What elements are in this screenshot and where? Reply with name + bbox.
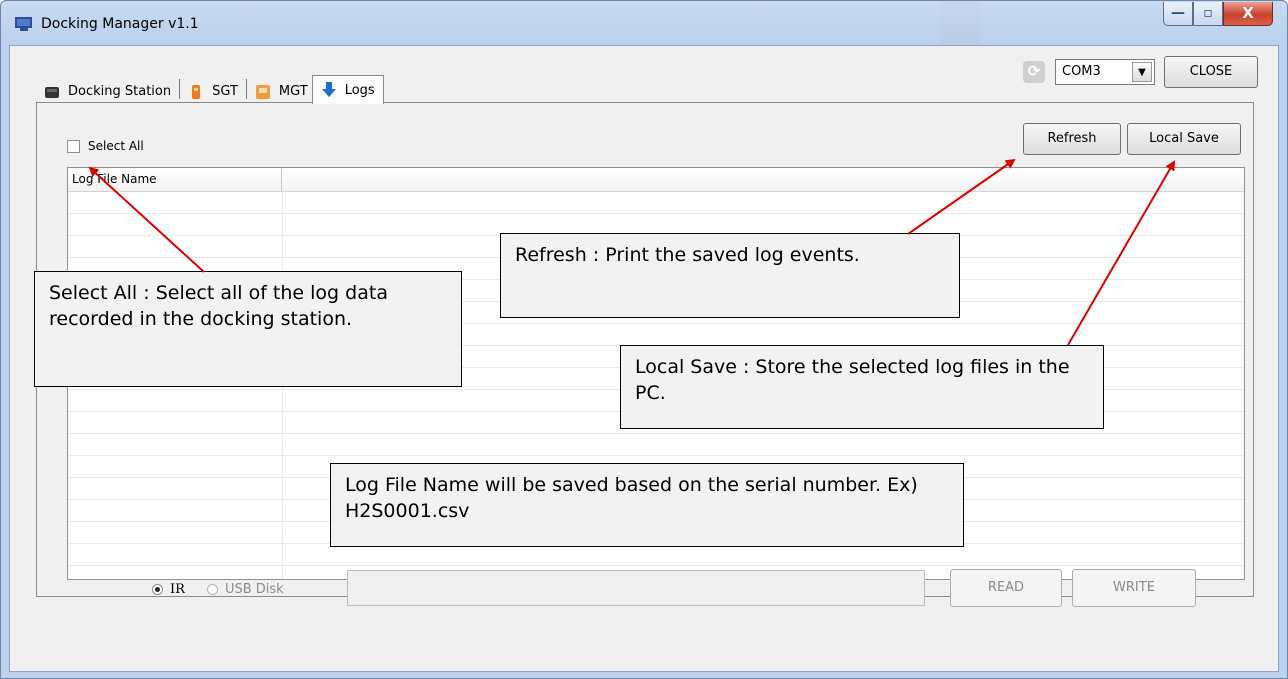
- radio-usb-disk[interactable]: [206, 584, 218, 595]
- sgt-device-icon: [192, 84, 201, 99]
- tab-docking-station[interactable]: Docking Station: [40, 79, 175, 104]
- column-header-empty[interactable]: [282, 168, 1244, 191]
- sync-icon[interactable]: ⟳: [1023, 61, 1045, 83]
- refresh-button[interactable]: Refresh: [1023, 123, 1121, 155]
- list-header: Log File Name: [68, 168, 1244, 192]
- radio-usb-disk-label[interactable]: USB Disk: [225, 582, 284, 597]
- write-button[interactable]: WRITE: [1072, 569, 1196, 607]
- select-all-label: Select All: [88, 139, 144, 153]
- callout-local-save: Local Save : Store the selected log file…: [620, 345, 1104, 429]
- tab-label: Docking Station: [68, 84, 172, 99]
- tab-logs[interactable]: Logs: [311, 75, 384, 104]
- select-all-checkbox[interactable]: [67, 139, 80, 153]
- tab-separator: [245, 79, 247, 99]
- tab-separator: [179, 79, 181, 99]
- maximize-icon: ▫: [1203, 5, 1213, 21]
- tab-mgt[interactable]: MGT: [251, 79, 312, 104]
- maximize-button[interactable]: ▫: [1193, 2, 1223, 26]
- title-bar[interactable]: Docking Manager v1.1 — ▫ X: [1, 1, 1287, 45]
- tab-label: Logs: [344, 82, 375, 98]
- callout-refresh: Refresh : Print the saved log events.: [500, 233, 960, 318]
- com-port-select[interactable]: COM3 ▼: [1055, 59, 1155, 85]
- window-title: Docking Manager v1.1: [41, 16, 199, 32]
- down-arrow-icon: [321, 82, 336, 97]
- column-header-log-file-name[interactable]: Log File Name: [68, 168, 282, 191]
- tab-strip: Docking Station SGT MGT Logs: [40, 74, 384, 104]
- chevron-down-icon[interactable]: ▼: [1132, 62, 1152, 82]
- close-button[interactable]: CLOSE: [1164, 56, 1258, 88]
- minimize-button[interactable]: —: [1163, 2, 1193, 26]
- callout-log-file-name: Log File Name will be saved based on the…: [330, 463, 964, 547]
- radio-ir-label[interactable]: IR: [170, 582, 185, 597]
- caption-buttons: — ▫ X: [1163, 2, 1273, 28]
- tab-sgt[interactable]: SGT: [184, 79, 242, 104]
- tab-label: SGT: [212, 84, 238, 99]
- close-window-button[interactable]: X: [1223, 2, 1273, 26]
- read-button[interactable]: READ: [950, 569, 1062, 607]
- radio-ir[interactable]: [152, 584, 163, 595]
- app-icon: [15, 17, 32, 31]
- local-save-button[interactable]: Local Save: [1127, 123, 1241, 155]
- close-icon: X: [1242, 4, 1254, 22]
- com-port-value: COM3: [1062, 64, 1101, 79]
- minimize-icon: —: [1171, 5, 1185, 21]
- docking-station-icon: [45, 86, 59, 98]
- select-all-checkbox-row[interactable]: Select All: [67, 139, 144, 153]
- source-radio-group: IR USB Disk: [152, 582, 284, 597]
- mgt-device-icon: [255, 84, 270, 99]
- path-field[interactable]: [347, 570, 925, 606]
- tab-label: MGT: [278, 84, 308, 99]
- callout-select-all: Select All : Select all of the log data …: [34, 271, 462, 387]
